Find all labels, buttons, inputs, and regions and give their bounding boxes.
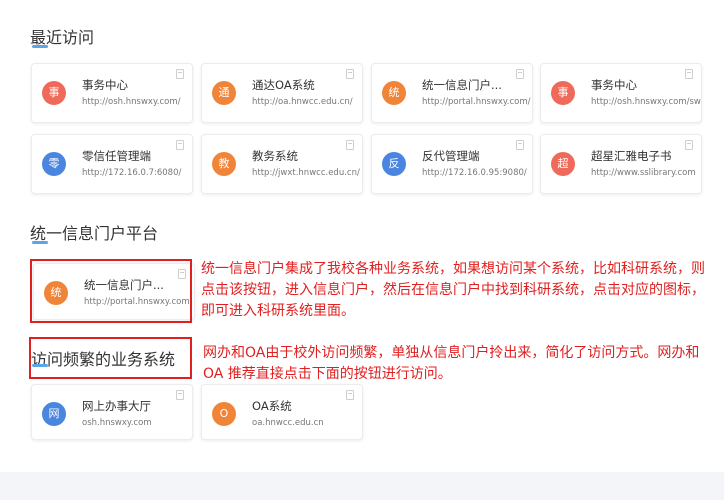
card-url: http://osh.hnswxy.com/ xyxy=(82,97,181,107)
bookmark-icon[interactable] xyxy=(685,140,693,150)
card-url: oa.hnwcc.edu.cn xyxy=(252,418,324,428)
bookmark-icon[interactable] xyxy=(346,140,354,150)
card-avatar: 事 xyxy=(551,81,575,105)
portal-title-underline xyxy=(32,241,48,244)
card-url: http://jwxt.hnwcc.edu.cn/ xyxy=(252,168,360,178)
bookmark-icon[interactable] xyxy=(176,390,184,400)
recent-card-1[interactable]: 通 通达OA系统 http://oa.hnwcc.edu.cn/ xyxy=(201,63,363,123)
recent-title-underline xyxy=(32,45,48,48)
bookmark-icon[interactable] xyxy=(516,140,524,150)
recent-card-2[interactable]: 统 统一信息门户... http://portal.hnswxy.com/ xyxy=(371,63,533,123)
portal-highlight-box xyxy=(30,259,192,323)
footer-bar xyxy=(0,472,724,500)
card-url: osh.hnswxy.com xyxy=(82,418,152,428)
card-name: 事务中心 xyxy=(82,78,128,92)
recent-card-6[interactable]: 反 反代管理端 http://172.16.0.95:9080/ xyxy=(371,134,533,194)
card-avatar: O xyxy=(212,402,236,426)
card-name: 事务中心 xyxy=(591,78,637,92)
card-url: http://oa.hnwcc.edu.cn/ xyxy=(252,97,353,107)
card-name: 教务系统 xyxy=(252,149,298,163)
card-name: 通达OA系统 xyxy=(252,78,315,92)
card-avatar: 教 xyxy=(212,152,236,176)
card-avatar: 统 xyxy=(382,81,406,105)
card-avatar: 事 xyxy=(42,81,66,105)
recent-card-7[interactable]: 超 超星汇雅电子书 http://www.sslibrary.com xyxy=(540,134,702,194)
frequent-card-0[interactable]: 网 网上办事大厅 osh.hnswxy.com xyxy=(31,384,193,440)
card-avatar: 网 xyxy=(42,402,66,426)
card-avatar: 反 xyxy=(382,152,406,176)
recent-card-0[interactable]: 事 事务中心 http://osh.hnswxy.com/ xyxy=(31,63,193,123)
card-name: 网上办事大厅 xyxy=(82,399,151,413)
frequent-note: 网办和OA由于校外访问频繁，单独从信息门户拎出来，简化了访问方式。网办和OA 推… xyxy=(203,345,700,382)
portal-note: 统一信息门户集成了我校各种业务系统，如果想访问某个系统，比如科研系统，则点击该按… xyxy=(201,261,705,319)
card-name: OA系统 xyxy=(252,399,292,413)
card-name: 统一信息门户... xyxy=(422,78,502,92)
recent-card-5[interactable]: 教 教务系统 http://jwxt.hnwcc.edu.cn/ xyxy=(201,134,363,194)
card-avatar: 零 xyxy=(42,152,66,176)
frequent-card-1[interactable]: O OA系统 oa.hnwcc.edu.cn xyxy=(201,384,363,440)
frequent-title-underline xyxy=(32,364,48,367)
recent-card-3[interactable]: 事 事务中心 http://osh.hnswxy.com/sw xyxy=(540,63,702,123)
scroll-fade xyxy=(704,60,724,188)
card-url: http://172.16.0.95:9080/ xyxy=(422,168,527,178)
card-name: 反代管理端 xyxy=(422,149,480,163)
frequent-section-title: 访问频繁的业务系统 xyxy=(31,350,176,369)
card-avatar: 超 xyxy=(551,152,575,176)
bookmark-icon[interactable] xyxy=(346,390,354,400)
card-name: 超星汇雅电子书 xyxy=(591,149,672,163)
bookmark-icon[interactable] xyxy=(176,140,184,150)
card-url: http://portal.hnswxy.com/ xyxy=(422,97,531,107)
bookmark-icon[interactable] xyxy=(516,69,524,79)
card-url: http://osh.hnswxy.com/sw xyxy=(591,97,701,107)
bookmark-icon[interactable] xyxy=(176,69,184,79)
recent-card-4[interactable]: 零 零信任管理端 http://172.16.0.7:6080/ xyxy=(31,134,193,194)
card-avatar: 通 xyxy=(212,81,236,105)
card-name: 零信任管理端 xyxy=(82,149,151,163)
portal-section-title: 统一信息门户平台 xyxy=(30,224,159,243)
card-url: http://172.16.0.7:6080/ xyxy=(82,168,182,178)
card-url: http://www.sslibrary.com xyxy=(591,168,696,178)
bookmark-icon[interactable] xyxy=(346,69,354,79)
bookmark-icon[interactable] xyxy=(685,69,693,79)
